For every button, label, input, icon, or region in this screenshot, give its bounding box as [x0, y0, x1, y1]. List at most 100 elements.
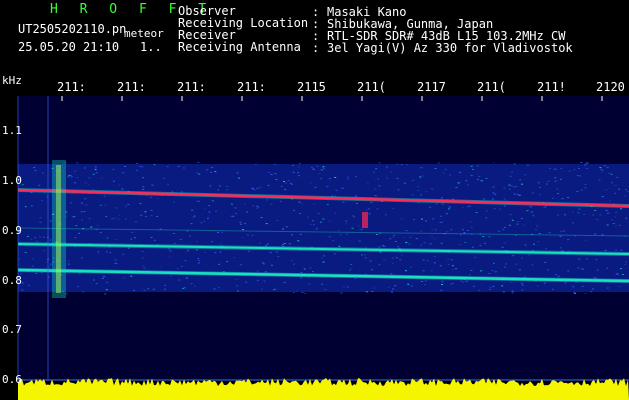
noise-speck — [253, 189, 256, 191]
noise-speck — [181, 265, 183, 267]
noise-speck — [186, 230, 189, 232]
noise-speck — [437, 162, 440, 164]
noise-speck — [112, 169, 115, 170]
noise-speck — [492, 285, 495, 287]
noise-speck — [312, 168, 315, 170]
noise-speck — [195, 172, 198, 174]
noise-speck — [369, 260, 372, 262]
noise-speck — [214, 252, 217, 254]
noise-speck — [315, 228, 318, 230]
noise-speck — [145, 216, 148, 217]
noise-speck — [297, 172, 300, 174]
noise-speck — [424, 220, 427, 222]
noise-speck — [560, 167, 563, 169]
noise-speck — [492, 162, 495, 164]
noise-speck — [39, 221, 42, 223]
noise-speck — [236, 172, 239, 174]
noise-speck — [33, 167, 36, 168]
noise-speck — [439, 265, 442, 267]
noise-speck — [173, 201, 176, 203]
time-label: 211( — [357, 80, 386, 94]
noise-speck — [185, 277, 188, 279]
noise-speck — [128, 247, 130, 249]
noise-speck — [49, 265, 52, 267]
noise-speck — [150, 196, 153, 198]
noise-speck — [132, 289, 135, 291]
noise-speck — [612, 223, 615, 224]
noise-speck — [403, 236, 405, 238]
noise-speck — [210, 166, 213, 168]
noise-speck — [189, 235, 192, 237]
noise-speck — [70, 202, 72, 204]
noise-speck — [106, 281, 109, 283]
noise-speck — [265, 244, 268, 246]
noise-speck — [580, 189, 583, 191]
noise-speck — [50, 263, 52, 265]
noise-speck — [488, 236, 491, 238]
noise-speck — [239, 223, 242, 225]
noise-speck — [626, 191, 629, 192]
noise-speck — [105, 289, 108, 291]
noise-speck — [415, 238, 418, 240]
noise-speck — [407, 283, 410, 285]
noise-speck — [157, 198, 160, 200]
noise-speck — [334, 177, 337, 178]
noise-speck — [404, 270, 407, 272]
noise-speck — [320, 169, 323, 171]
noise-speck — [420, 167, 423, 169]
noise-speck — [133, 237, 136, 239]
noise-speck — [516, 223, 519, 225]
noise-speck — [35, 273, 38, 274]
noise-speck — [150, 215, 153, 217]
noise-speck — [606, 287, 609, 289]
noise-speck — [539, 194, 542, 195]
noise-speck — [242, 229, 244, 231]
signal-level-strip — [18, 378, 629, 400]
noise-speck — [447, 263, 450, 265]
noise-speck — [549, 167, 552, 169]
noise-speck — [397, 246, 400, 248]
noise-speck — [614, 192, 616, 194]
meteor-echo — [362, 212, 368, 228]
noise-speck — [218, 287, 221, 289]
noise-speck — [509, 214, 512, 216]
noise-speck — [367, 208, 370, 210]
noise-speck — [270, 264, 273, 266]
noise-speck — [340, 292, 343, 294]
noise-speck — [532, 215, 535, 217]
noise-speck — [420, 218, 423, 220]
noise-speck — [584, 183, 587, 185]
noise-speck — [374, 188, 377, 190]
datetime: 25.05.20 21:10 — [18, 40, 120, 54]
noise-speck — [197, 262, 200, 264]
noise-speck — [144, 211, 147, 213]
noise-speck — [21, 282, 24, 284]
noise-speck — [42, 250, 45, 252]
noise-speck — [221, 232, 224, 234]
noise-speck — [207, 217, 209, 219]
noise-speck — [554, 168, 557, 170]
noise-speck — [505, 263, 508, 265]
noise-speck — [117, 218, 120, 220]
noise-speck — [291, 164, 294, 166]
noise-speck — [273, 163, 276, 165]
noise-speck — [49, 238, 52, 240]
noise-speck — [303, 268, 306, 270]
noise-speck — [270, 174, 273, 176]
noise-speck — [170, 275, 173, 277]
noise-speck — [338, 245, 341, 247]
noise-speck — [267, 184, 270, 186]
noise-speck — [394, 285, 397, 287]
noise-speck — [623, 263, 626, 265]
noise-speck — [508, 188, 511, 190]
noise-speck — [192, 216, 195, 218]
noise-speck — [177, 165, 180, 167]
noise-speck — [433, 238, 436, 240]
noise-speck — [601, 196, 604, 198]
noise-speck — [421, 281, 423, 282]
noise-speck — [247, 250, 250, 252]
noise-speck — [270, 203, 273, 205]
noise-speck — [257, 206, 260, 208]
noise-speck — [581, 268, 584, 270]
noise-speck — [578, 208, 581, 210]
